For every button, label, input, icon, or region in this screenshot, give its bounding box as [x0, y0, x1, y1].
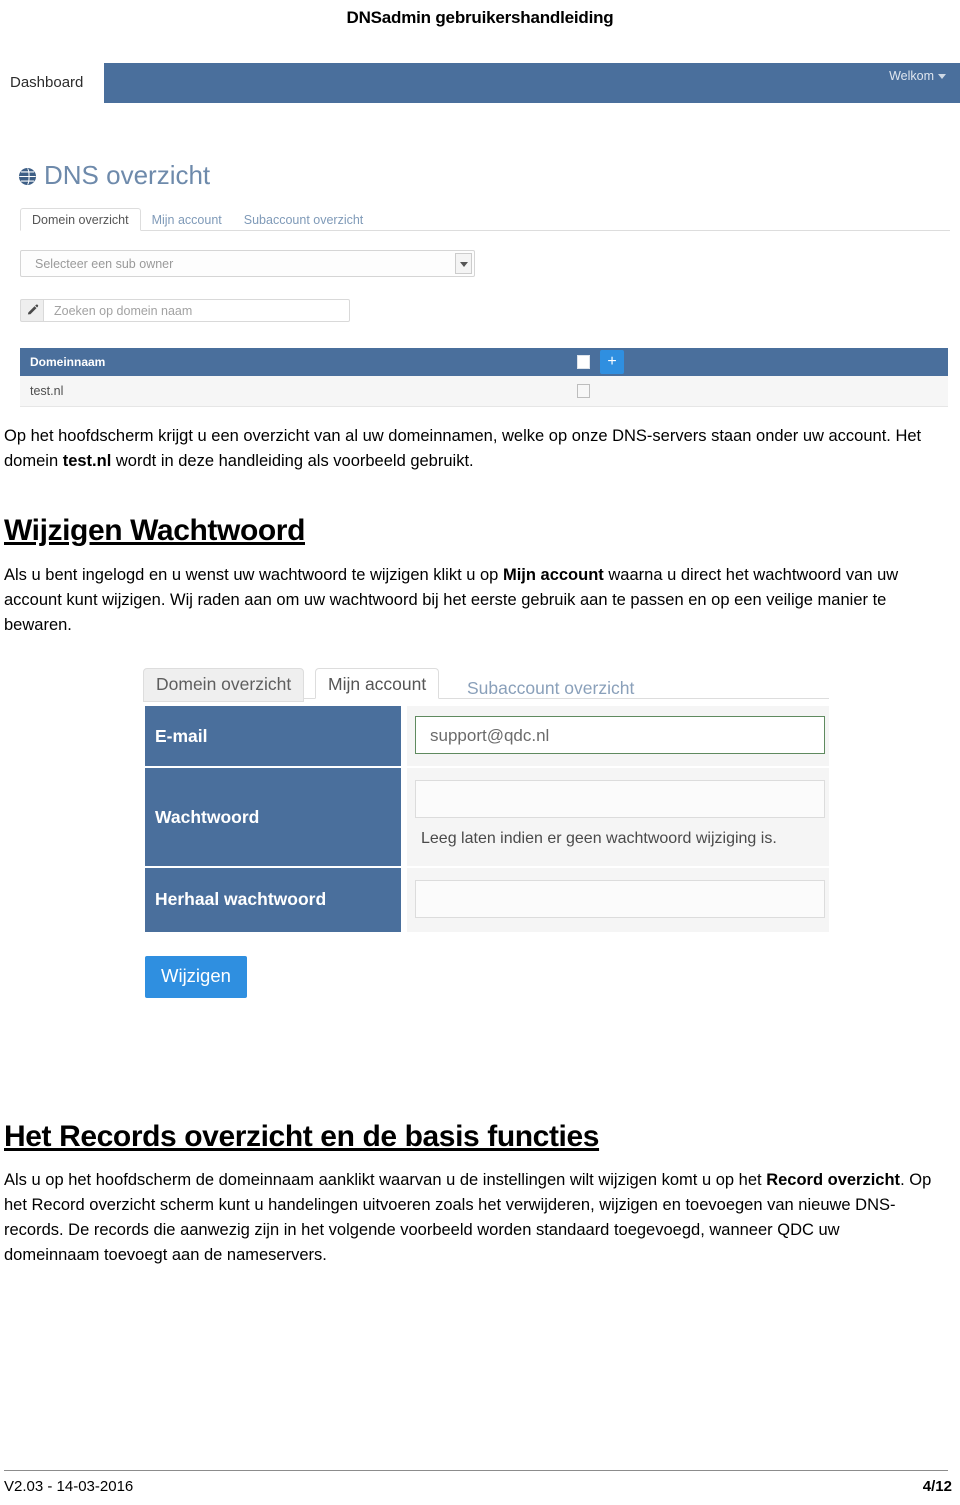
paragraph-records: Als u op het hoofdscherm de domeinnaam a…	[4, 1168, 934, 1268]
page-title: DNS overzicht	[18, 160, 210, 191]
section-heading-wijzigen-wachtwoord: Wijzigen Wachtwoord	[4, 514, 305, 547]
domain-search: Zoeken op domein naam	[20, 299, 350, 322]
chevron-down-icon	[938, 74, 946, 80]
domain-name-cell[interactable]: test.nl	[30, 384, 63, 398]
field-cell-email: support@qdc.nl	[407, 706, 829, 766]
field-label-herhaal-wachtwoord: Herhaal wachtwoord	[145, 868, 401, 932]
paragraph-wachtwoord-bold: Mijn account	[502, 566, 604, 584]
globe-icon	[18, 167, 37, 186]
dashboard-tabs: Domein overzicht Mijn account Subaccount o…	[20, 207, 950, 231]
footer-page-number: 4/12	[922, 1478, 952, 1495]
paragraph-wachtwoord-part1: Als u bent ingelogd en u wenst uw wachtw…	[4, 566, 503, 584]
repeat-password-field[interactable]	[415, 880, 825, 918]
tab-subaccount-overzicht[interactable]: Subaccount overzicht	[455, 673, 646, 705]
domain-table: Domeinnaam + test.nl	[20, 348, 948, 407]
footer-version: V2.03 - 14-03-2016	[4, 1478, 134, 1495]
field-cell-wachtwoord: Leeg laten indien er geen wachtwoord wij…	[407, 768, 829, 866]
tab-domein-overzicht[interactable]: Domein overzicht	[143, 668, 305, 702]
column-header-domeinnaam: Domeinnaam	[30, 355, 106, 369]
paragraph-wachtwoord: Als u bent ingelogd en u wenst uw wachtw…	[4, 563, 909, 638]
paragraph-intro-bold: test.nl	[62, 452, 112, 470]
subowner-select-value: Selecteer een sub owner	[35, 257, 174, 271]
field-label-herhaal-wachtwoord-text: Herhaal wachtwoord	[155, 889, 327, 909]
tab-subaccount-overzicht[interactable]: Subaccount overzicht	[233, 209, 375, 230]
tab-mijn-account[interactable]: Mijn account	[315, 668, 440, 699]
document-header-title: DNSadmin gebruikershandleiding	[346, 8, 614, 27]
email-field-value: support@qdc.nl	[430, 726, 550, 745]
row-select-checkbox[interactable]	[577, 384, 590, 398]
submit-wijzigen-button[interactable]: Wijzigen	[145, 956, 247, 998]
tab-mijn-account[interactable]: Mijn account	[141, 209, 233, 230]
email-field[interactable]: support@qdc.nl	[415, 716, 825, 754]
welkom-label: Welkom	[889, 69, 934, 83]
pencil-icon	[20, 299, 44, 322]
table-header-row: Domeinnaam +	[20, 348, 948, 376]
welkom-menu[interactable]: Welkom	[889, 69, 946, 83]
paragraph-intro: Op het hoofdscherm krijgt u een overzich…	[4, 424, 952, 474]
select-all-checkbox[interactable]	[577, 355, 590, 369]
password-field[interactable]	[415, 780, 825, 818]
table-row[interactable]: test.nl	[20, 376, 948, 407]
form-row-wachtwoord: Wachtwoord Leeg laten indien er geen wac…	[145, 768, 829, 866]
paragraph-records-part1: Als u op het hoofdscherm de domeinnaam a…	[4, 1171, 767, 1189]
screenshot-dashboard: Dashboard Welkom DNS overzicht Domein ov…	[0, 60, 960, 407]
screenshot-mijn-account: Domein overzicht Mijn account Subaccount…	[143, 662, 833, 1052]
field-label-email-text: E-mail	[155, 726, 208, 746]
paragraph-records-bold: Record overzicht	[766, 1171, 901, 1189]
password-hint: Leeg laten indien er geen wachtwoord wij…	[421, 830, 777, 847]
add-domain-button[interactable]: +	[600, 350, 624, 374]
section-heading-records-overzicht: Het Records overzicht en de basis functi…	[4, 1120, 600, 1153]
paragraph-intro-part2: wordt in deze handleiding als voorbeeld …	[111, 452, 474, 470]
account-tabs: Domein overzicht Mijn account Subaccount…	[143, 662, 829, 702]
field-cell-herhaal-wachtwoord	[407, 868, 829, 932]
subowner-select[interactable]: Selecteer een sub owner	[20, 250, 475, 277]
chevron-down-icon[interactable]	[455, 253, 472, 274]
dashboard-content-panel: DNS overzicht Domein overzicht Mijn accou…	[0, 107, 960, 407]
field-label-email: E-mail	[145, 706, 401, 766]
tab-domein-overzicht[interactable]: Domein overzicht	[20, 208, 141, 231]
field-label-wachtwoord: Wachtwoord	[145, 768, 401, 866]
form-row-herhaal-wachtwoord: Herhaal wachtwoord	[145, 868, 829, 932]
footer-divider	[4, 1470, 948, 1471]
form-row-email: E-mail support@qdc.nl	[145, 706, 829, 766]
top-navbar: Welkom	[104, 63, 960, 103]
dashboard-brand[interactable]: Dashboard	[10, 74, 83, 91]
search-input[interactable]: Zoeken op domein naam	[44, 299, 350, 322]
field-label-wachtwoord-text: Wachtwoord	[155, 807, 260, 827]
search-input-placeholder: Zoeken op domein naam	[54, 304, 193, 318]
page-title-text: DNS overzicht	[44, 160, 211, 190]
